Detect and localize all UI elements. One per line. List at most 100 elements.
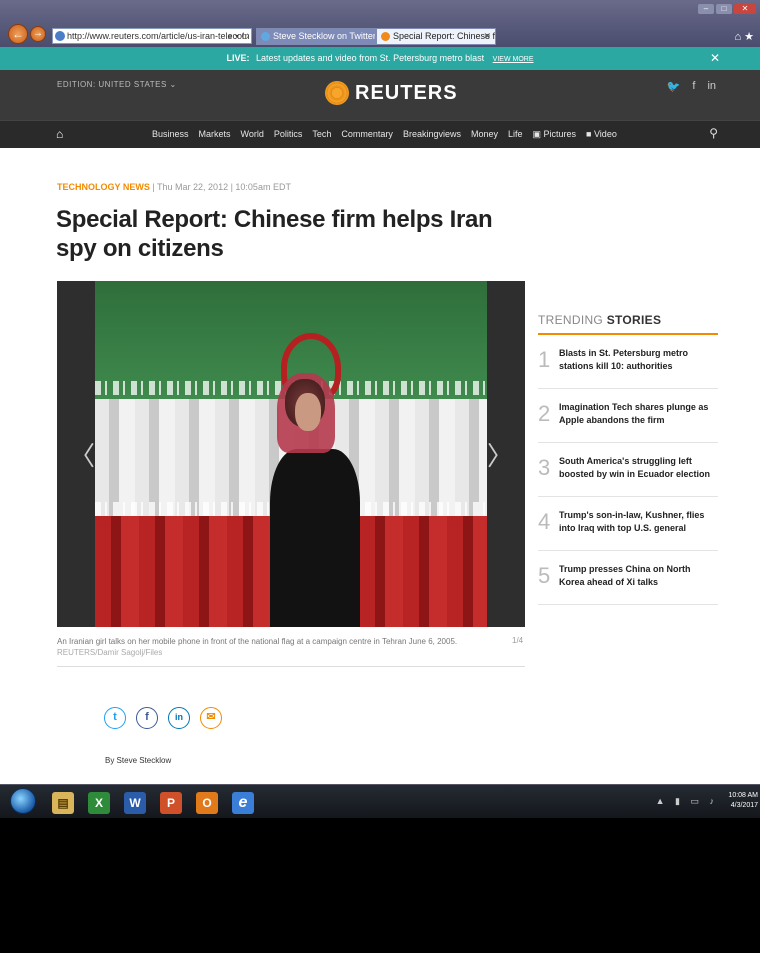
photo-caption: An Iranian girl talks on her mobile phon… [57,636,487,658]
nav-video[interactable]: ■ Video [586,129,617,140]
clock-date: 4/3/2017 [730,802,758,809]
trending-item[interactable]: 4 Trump's son-in-law, Kushner, flies int… [538,497,718,551]
trending-stories: TRENDING STORIES 1 Blasts in St. Petersb… [538,313,718,605]
nav-politics[interactable]: Politics [274,129,303,140]
close-banner-icon[interactable]: ✕ [710,47,720,70]
system-tray-icons[interactable]: ▲ ▮ ▭ ♪ [656,796,718,807]
photo-counter: 1/4 [512,636,524,645]
clock-time: 10:08 AM [728,792,758,799]
trending-rank: 1 [538,347,551,372]
nav-pictures[interactable]: ▣ Pictures [533,129,577,140]
nav-items: Business Markets World Politics Tech Com… [152,129,617,140]
trending-rank: 5 [538,563,551,588]
internet-explorer-icon[interactable]: e [232,792,254,814]
article-headline: Special Report: Chinese firm helps Iran … [56,206,493,262]
divider [57,666,525,667]
linkedin-icon[interactable]: in [707,80,716,93]
twitter-icon[interactable]: 🐦 [667,80,681,93]
view-more-link[interactable]: VIEW MORE [493,56,534,63]
taskbar-clock[interactable]: 10:08 AM 4/3/2017 [728,791,758,811]
file-explorer-icon[interactable]: ▤ [52,792,74,814]
powerpoint-icon[interactable]: P [160,792,182,814]
edition-selector[interactable]: EDITION: UNITED STATES ⌄ [57,80,177,89]
nav-pictures-label: Pictures [543,129,577,139]
video-icon: ■ [586,129,594,139]
search-icon[interactable]: ⚲ [709,126,718,140]
share-buttons: t f in ✉ [104,707,222,729]
camera-icon: ▣ [532,129,544,139]
trending-rank: 4 [538,509,551,534]
windows-taskbar: ▤ X W P O e ▲ ▮ ▭ ♪ 10:08 AM 4/3/2017 [0,784,760,818]
start-button[interactable] [10,788,36,814]
tab-label: Special Report: Chinese fir... [393,31,496,41]
search-refresh-icon[interactable]: ⌕ ▾ ↻ [228,29,249,43]
nav-life[interactable]: Life [508,129,523,140]
trending-link[interactable]: South America's struggling left boosted … [559,455,718,481]
back-button[interactable]: ← [8,24,28,44]
article-kicker: TECHNOLOGY NEWS | Thu Mar 22, 2012 | 10:… [57,182,291,192]
nav-money[interactable]: Money [471,129,498,140]
window-controls: – □ ✕ [698,4,756,14]
maximize-icon[interactable]: □ [716,4,732,14]
photo-credit: REUTERS/Damir Sagolj/Files [57,648,163,657]
address-url: http://www.reuters.com/article/us-iran-t… [67,31,250,41]
nav-markets[interactable]: Markets [199,129,231,140]
tab-reuters[interactable]: Special Report: Chinese fir... ✕ [376,28,496,45]
nav-commentary[interactable]: Commentary [341,129,393,140]
excel-icon[interactable]: X [88,792,110,814]
reuters-logo[interactable]: REUTERS [325,81,458,105]
nav-video-label: Video [593,129,617,139]
prev-photo-icon[interactable]: 〈 [69,436,95,473]
nav-world[interactable]: World [241,129,264,140]
minimize-icon[interactable]: – [698,4,714,14]
close-tab-icon[interactable]: ✕ [483,29,491,44]
trending-item[interactable]: 1 Blasts in St. Petersburg metro station… [538,335,718,389]
trending-link[interactable]: Imagination Tech shares plunge as Apple … [559,401,718,427]
byline[interactable]: By Steve Stecklow [105,756,171,765]
share-facebook-icon[interactable]: f [136,707,158,729]
nav-tech[interactable]: Tech [312,129,331,140]
article-photo[interactable] [95,281,487,627]
browser-chrome: – □ ✕ ← → http://www.reuters.com/article… [0,0,760,47]
trending-rank: 2 [538,401,551,426]
close-window-icon[interactable]: ✕ [734,4,756,14]
trending-title: TRENDING STORIES [538,313,718,335]
home-favorites-icons[interactable]: ⌂ ★ [734,30,754,43]
share-linkedin-icon[interactable]: in [168,707,190,729]
trending-item[interactable]: 3 South America's struggling left booste… [538,443,718,497]
trending-title-bold: STORIES [606,313,662,327]
share-email-icon[interactable]: ✉ [200,707,222,729]
logo-wordmark: REUTERS [355,81,458,104]
live-tag: LIVE: [226,53,250,63]
girl-face [295,393,321,431]
facebook-icon[interactable]: f [692,80,695,93]
next-photo-icon[interactable]: 〉 [487,436,513,473]
social-links: 🐦 f in [667,80,716,93]
share-twitter-icon[interactable]: t [104,707,126,729]
nav-business[interactable]: Business [152,129,189,140]
live-banner[interactable]: LIVE: Latest updates and video from St. … [0,47,760,70]
trending-link[interactable]: Trump's son-in-law, Kushner, flies into … [559,509,718,535]
trending-title-light: TRENDING [538,313,607,327]
girl-figure [270,449,360,627]
home-icon[interactable]: ⌂ [56,127,63,141]
trending-item[interactable]: 2 Imagination Tech shares plunge as Appl… [538,389,718,443]
masthead: EDITION: UNITED STATES ⌄ REUTERS 🐦 f in [0,70,760,120]
reuters-favicon-icon [381,32,390,41]
trending-link[interactable]: Blasts in St. Petersburg metro stations … [559,347,718,373]
word-icon[interactable]: W [124,792,146,814]
caption-text: An Iranian girl talks on her mobile phon… [57,637,458,646]
trending-rank: 3 [538,455,551,480]
trending-item[interactable]: 5 Trump presses China on North Korea ahe… [538,551,718,605]
tab-label: Steve Stecklow on Twitter: "A... [273,31,376,41]
nav-breakingviews[interactable]: Breakingviews [403,129,461,140]
outlook-icon[interactable]: O [196,792,218,814]
twitter-favicon-icon [261,32,270,41]
reuters-page: LIVE: Latest updates and video from St. … [0,47,760,784]
photo-gallery: 〈 〉 [57,281,525,627]
forward-button[interactable]: → [30,26,46,42]
trending-link[interactable]: Trump presses China on North Korea ahead… [559,563,718,589]
tab-twitter[interactable]: Steve Stecklow on Twitter: "A... [256,28,376,45]
address-bar[interactable]: http://www.reuters.com/article/us-iran-t… [52,28,252,44]
section-link[interactable]: TECHNOLOGY NEWS [57,182,150,192]
